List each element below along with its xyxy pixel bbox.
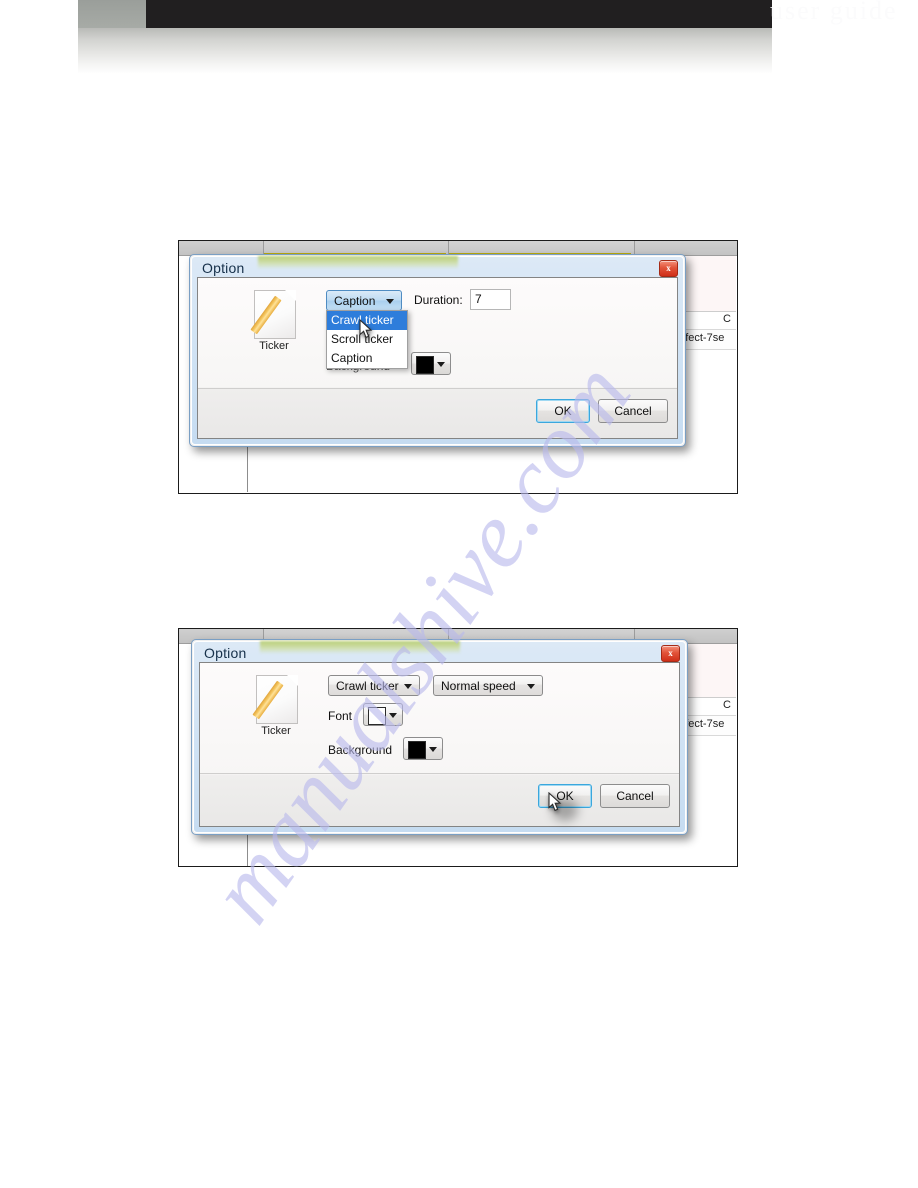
background-color-button[interactable] <box>411 352 451 375</box>
cursor-shadow-blob <box>552 799 578 821</box>
duration-input-value: 7 <box>475 292 482 306</box>
dropdown-option-crawl-ticker[interactable]: Crawl ticker <box>327 311 407 330</box>
app-panel-fill <box>679 256 736 311</box>
close-icon-glyph: x <box>666 263 671 273</box>
dialog-title: Option <box>204 645 247 661</box>
background-color-swatch <box>416 356 434 374</box>
titlebar-bleed-smear <box>258 256 458 269</box>
app-table-divider <box>679 311 736 312</box>
dialog-footer-divider <box>198 388 677 389</box>
font-label: Font <box>328 709 353 723</box>
duration-label: Duration: <box>414 293 463 307</box>
close-icon[interactable]: x <box>659 260 678 277</box>
header-watermark-text: user guide <box>770 0 898 25</box>
cancel-button[interactable]: Cancel <box>598 399 668 423</box>
chevron-down-icon <box>429 747 437 752</box>
page-corner-fold <box>285 290 296 301</box>
font-color-button[interactable] <box>363 703 403 726</box>
ticker-icon: Ticker <box>246 290 302 356</box>
header-gradient-fade <box>78 28 772 74</box>
chevron-down-icon <box>389 713 397 718</box>
dropdown-option-caption[interactable]: Caption <box>327 349 407 368</box>
ok-button[interactable]: OK <box>536 399 590 423</box>
background-color-swatch <box>408 741 426 759</box>
close-icon-glyph: x <box>668 648 673 658</box>
option-dialog-closed: Option x Ticker Crawl ticker Normal spee… <box>191 639 688 835</box>
header-gray-block <box>78 0 146 28</box>
page-corner-fold <box>287 675 298 686</box>
dropdown-option-scroll-ticker[interactable]: Scroll ticker <box>327 330 407 349</box>
ticker-type-dropdown-list[interactable]: Crawl ticker Scroll ticker Caption <box>326 310 408 369</box>
chevron-down-icon <box>386 299 394 304</box>
app-cell-header: C <box>723 699 731 711</box>
dialog-body: Ticker Crawl ticker Normal speed Font Ba… <box>199 662 680 827</box>
dialog-title: Option <box>202 260 245 276</box>
ticker-type-combo-value: Caption <box>334 294 376 308</box>
app-panel-divider <box>247 831 248 866</box>
cancel-button[interactable]: Cancel <box>600 784 670 808</box>
header-dark-bar <box>146 0 772 28</box>
ticker-type-combo[interactable]: Crawl ticker <box>328 675 420 696</box>
background-label: Background <box>328 743 393 757</box>
screenshot-figure-1: C Effect-7se Option x Ticker Caption Dur… <box>178 240 738 494</box>
chevron-down-icon <box>404 684 412 689</box>
dialog-body: Ticker Caption Duration: 7 Background Cr… <box>197 277 678 439</box>
duration-input[interactable]: 7 <box>470 289 511 310</box>
font-color-swatch <box>368 707 386 725</box>
titlebar-bleed-smear <box>260 641 460 654</box>
screenshot-figure-2: C Effect-7se Option x Ticker Crawl ticke… <box>178 628 738 867</box>
speed-combo[interactable]: Normal speed <box>433 675 543 696</box>
ticker-icon-label: Ticker <box>261 725 291 737</box>
chevron-down-icon <box>527 684 535 689</box>
background-color-button[interactable] <box>403 737 443 760</box>
page-header-band: user guide <box>0 0 918 80</box>
ticker-icon-label: Ticker <box>259 340 289 352</box>
option-dialog-open: Option x Ticker Caption Duration: 7 Craw… <box>189 254 686 447</box>
app-panel-divider <box>247 441 248 492</box>
chevron-down-icon <box>437 362 445 367</box>
app-cell-header: C <box>723 313 731 325</box>
close-icon[interactable]: x <box>661 645 680 662</box>
speed-combo-value: Normal speed <box>441 679 516 693</box>
ticker-type-combo[interactable]: Caption <box>326 290 402 311</box>
dialog-footer-divider <box>200 773 679 774</box>
ticker-icon: Ticker <box>248 675 304 741</box>
ticker-type-combo-value: Crawl ticker <box>336 679 399 693</box>
